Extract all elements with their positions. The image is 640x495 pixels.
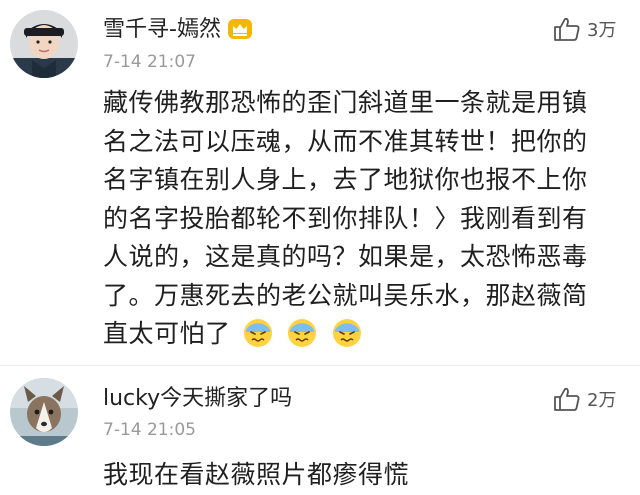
avatar[interactable] bbox=[10, 378, 78, 446]
comment-line: 了。万惠死去的老公就叫吴乐水，那赵薇简 bbox=[103, 280, 588, 310]
comment-line-last: 直太可怕了 bbox=[103, 315, 623, 360]
thumbs-up-icon bbox=[553, 16, 581, 42]
thumbs-up-icon bbox=[553, 386, 581, 412]
comment-body: 我现在看赵薇照片都瘆得慌 bbox=[103, 456, 623, 495]
cold-sweat-face-icon bbox=[332, 318, 362, 360]
comment-line: 名字镇在别人身上，去了地狱你也报不上你 bbox=[103, 165, 588, 194]
comment-line: 名之法可以压魂，从而不准其转世！把你的 bbox=[103, 126, 588, 156]
username-text[interactable]: 雪千寻-嫣然 bbox=[103, 17, 221, 42]
comment-line: 的名字投胎都轮不到你排队！〉我刚看到有 bbox=[103, 203, 588, 233]
avatar[interactable] bbox=[10, 10, 78, 78]
like-button[interactable]: 3万 bbox=[553, 16, 616, 42]
like-count: 3万 bbox=[587, 20, 617, 41]
comment-line: 藏传佛教那恐怖的歪门斜道里一条就是用镇 bbox=[103, 88, 588, 117]
username[interactable]: 雪千寻-嫣然 bbox=[103, 17, 253, 47]
like-count: 2万 bbox=[587, 390, 617, 411]
comment-1: 雪千寻-嫣然 7-14 21:07 3万 藏传佛教那恐怖的歪门斜道里一条就是用镇… bbox=[0, 0, 640, 365]
like-button[interactable]: 2万 bbox=[553, 386, 616, 412]
comment-2: lucky今天撕家了吗 7-14 21:05 2万 我现在看赵薇照片都瘆得慌 bbox=[0, 366, 640, 489]
timestamp: 7-14 21:07 bbox=[103, 52, 196, 72]
crown-badge-icon bbox=[227, 18, 253, 47]
comment-line: 人说的，这是真的吗？如果是，太恐怖恶毒 bbox=[103, 242, 588, 271]
timestamp: 7-14 21:05 bbox=[103, 420, 196, 440]
cold-sweat-face-icon bbox=[287, 318, 317, 360]
username[interactable]: lucky今天撕家了吗 bbox=[103, 386, 292, 412]
comment-body: 藏传佛教那恐怖的歪门斜道里一条就是用镇 名之法可以压魂，从而不准其转世！把你的 … bbox=[103, 84, 623, 360]
cold-sweat-face-icon bbox=[243, 318, 273, 360]
comment-line: 直太可怕了 bbox=[103, 319, 231, 348]
comment-line: 我现在看赵薇照片都瘆得慌 bbox=[103, 460, 410, 489]
